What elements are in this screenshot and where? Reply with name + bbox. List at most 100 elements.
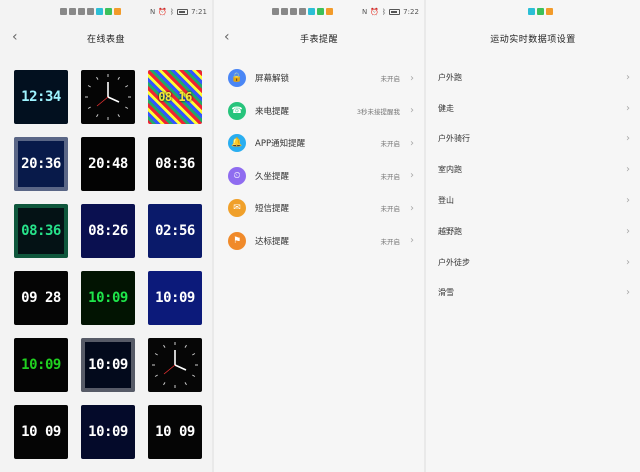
- sport-type-row[interactable]: 健走 ›: [426, 93, 640, 124]
- reminder-status: 3秒未接提醒我: [356, 107, 400, 116]
- reminder-row[interactable]: ✉ 短信提醒 未开启 ›: [214, 192, 424, 225]
- app-icon-a: [528, 8, 535, 15]
- watchface-time: 10 09: [155, 424, 195, 440]
- data-icon: [87, 8, 94, 15]
- bluetooth-icon: ᛒ: [169, 8, 175, 16]
- watchface-tile[interactable]: [81, 70, 135, 124]
- reminder-status: 未开启: [380, 75, 401, 84]
- sport-type-row[interactable]: 滑雪 ›: [426, 278, 640, 309]
- watchface-tile[interactable]: 10 09: [148, 405, 202, 459]
- sport-type-label: 越野跑: [438, 226, 462, 236]
- sport-type-label: 户外跑: [438, 72, 462, 82]
- notification-icons: [272, 8, 333, 15]
- sport-type-label: 户外徒步: [438, 257, 470, 267]
- watchface-time: 09 28: [21, 290, 61, 306]
- watchface-time: 10:09: [88, 357, 128, 373]
- status-time: 7:21: [191, 8, 207, 16]
- sport-type-label: 登山: [438, 196, 454, 206]
- watchface-tile[interactable]: 12:34: [14, 70, 68, 124]
- app-icon-c: [326, 8, 333, 15]
- reminder-label: APP通知提醒: [255, 139, 306, 150]
- watchface-tile[interactable]: 20:48: [81, 137, 135, 191]
- watchface-tile[interactable]: 10 09: [14, 405, 68, 459]
- wifi-icon: [78, 8, 85, 15]
- back-arrow-icon[interactable]: ‹: [224, 29, 230, 45]
- watchface-tile[interactable]: 02:56: [148, 204, 202, 258]
- sport-type-label: 健走: [438, 103, 454, 113]
- reminder-status: 未开启: [380, 172, 401, 181]
- notification-icons: [60, 8, 121, 15]
- watchface-time: 08 16: [158, 90, 192, 104]
- sport-type-row[interactable]: 户外骑行 ›: [426, 124, 640, 155]
- chevron-right-icon: ›: [410, 235, 414, 247]
- sport-type-row[interactable]: 户外徒步 ›: [426, 247, 640, 278]
- page-title: 手表提醒: [299, 35, 338, 45]
- watchface-tile[interactable]: 08:36: [148, 137, 202, 191]
- nfc-icon: N: [362, 8, 368, 16]
- watchface-time: 12:34: [21, 89, 61, 105]
- chevron-right-icon: ›: [626, 287, 630, 299]
- watchface-tile[interactable]: 10:09: [148, 271, 202, 325]
- app-icon-a: [308, 8, 315, 15]
- reminder-row[interactable]: ☎ 来电提醒 3秒未接提醒我 ›: [214, 95, 424, 128]
- sport-type-row[interactable]: 登山 ›: [426, 185, 640, 216]
- watchface-tile[interactable]: 10:09: [14, 338, 68, 392]
- chevron-right-icon: ›: [626, 164, 630, 176]
- reminder-row[interactable]: ⏲ 久坐提醒 未开启 ›: [214, 160, 424, 193]
- chevron-right-icon: ›: [626, 102, 630, 114]
- watchface-tile[interactable]: 08:26: [81, 204, 135, 258]
- watchface-time: 10:09: [88, 290, 128, 306]
- app-icon-a: [96, 8, 103, 15]
- watchface-tile[interactable]: 08 16: [148, 70, 202, 124]
- reminder-status: 未开启: [380, 140, 401, 149]
- chevron-right-icon: ›: [626, 71, 630, 83]
- reminder-row[interactable]: ⚑ 达标提醒 未开启 ›: [214, 225, 424, 258]
- chevron-right-icon: ›: [626, 256, 630, 268]
- sport-type-label: 滑雪: [438, 288, 454, 298]
- watchface-grid: 12:34 08 16 20:36 20:48 08:36 08:36 08:26 02:56…: [14, 70, 204, 459]
- watchface-tile[interactable]: 10:09: [81, 405, 135, 459]
- status-bar: [426, 0, 640, 20]
- status-right: N ⏰ ᛒ 7:22: [362, 8, 419, 16]
- notification-icons: [528, 8, 553, 15]
- sport-type-row[interactable]: 越野跑 ›: [426, 216, 640, 247]
- sport-type-row[interactable]: 室内跑 ›: [426, 154, 640, 185]
- reminder-label: 来电提醒: [255, 106, 290, 117]
- watchface-tile[interactable]: 10:09: [81, 271, 135, 325]
- chevron-right-icon: ›: [626, 225, 630, 237]
- title-bar: ‹ 手表提醒: [214, 20, 424, 58]
- page-title: 运动实时数据项设置: [490, 35, 576, 45]
- watchface-time: 02:56: [155, 223, 195, 239]
- watchface-time: 08:36: [21, 223, 61, 239]
- app-icon-c: [114, 8, 121, 15]
- alarm-icon: ⏰: [158, 8, 167, 16]
- sport-type-row[interactable]: 户外跑 ›: [426, 62, 640, 93]
- watchface-tile[interactable]: 10:09: [81, 338, 135, 392]
- watch-reminders-screen: N ⏰ ᛒ 7:22 ‹ 手表提醒 🔒 屏幕解锁 未开启 › ☎ 来电提醒 3秒未接提醒我 ›…: [214, 0, 424, 472]
- watchface-tile[interactable]: 20:36: [14, 137, 68, 191]
- watchface-time: 10 09: [21, 424, 61, 440]
- watchface-tile[interactable]: [148, 338, 202, 392]
- sport-type-label: 户外骑行: [438, 134, 470, 144]
- chevron-right-icon: ›: [410, 137, 414, 149]
- watchface-time: 20:36: [21, 156, 61, 172]
- back-arrow-icon[interactable]: ‹: [12, 29, 18, 45]
- status-bar: N ⏰ ᛒ 7:21: [0, 0, 212, 20]
- battery-icon: [177, 9, 189, 15]
- signal-icon: [281, 8, 288, 15]
- app-icon-b: [317, 8, 324, 15]
- reminder-list: 🔒 屏幕解锁 未开启 › ☎ 来电提醒 3秒未接提醒我 › 🔔 APP通知提醒 未开启 › ⏲ 久坐提醒未…: [214, 62, 424, 257]
- battery-icon: [389, 9, 401, 15]
- reminder-status: 未开启: [380, 205, 401, 214]
- data-icon: [299, 8, 306, 15]
- sport-data-settings-screen: 运动实时数据项设置 户外跑 › 健走 › 户外骑行 › 室内跑 › 登山 › 越野跑 › 户外徒步 › 滑雪…: [426, 0, 640, 472]
- chevron-right-icon: ›: [626, 195, 630, 207]
- reminder-row[interactable]: 🔒 屏幕解锁 未开启 ›: [214, 62, 424, 95]
- app-icon-c: [546, 8, 553, 15]
- watchface-tile[interactable]: 08:36: [14, 204, 68, 258]
- page-title: 在线表盘: [86, 35, 125, 45]
- watchface-tile[interactable]: 09 28: [14, 271, 68, 325]
- title-bar: ‹ 在线表盘: [0, 20, 212, 58]
- watchface-store-screen: N ⏰ ᛒ 7:21 ‹ 在线表盘 12:34 08 16 20:36 20:48 08…: [0, 0, 212, 472]
- reminder-row[interactable]: 🔔 APP通知提醒 未开启 ›: [214, 127, 424, 160]
